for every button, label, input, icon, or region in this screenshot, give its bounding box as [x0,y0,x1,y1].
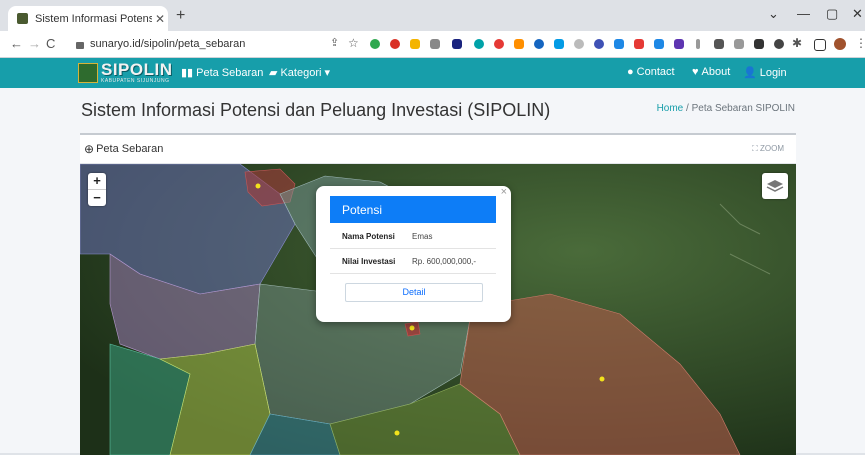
site-navbar: SIPOLIN KABUPATEN SIJUNJUNG ▮▮ Peta Seba… [0,58,865,88]
extension-icon[interactable] [696,39,700,49]
layers-control-button[interactable] [762,173,788,199]
zoom-fullscreen-button[interactable]: ⛶ ZOOM [752,144,784,154]
nav-label: About [701,66,731,78]
map-icon: ▮▮ [181,67,194,79]
breadcrumb-separator: / [686,103,689,114]
bookmark-star-icon[interactable]: ☆ [348,36,359,50]
address-bar-row: ← → C sunaryo.id/sipolin/peta_sebaran ⇪ … [0,31,865,58]
card-header: ⊕ Peta Sebaran ⛶ ZOOM [80,135,796,164]
card-title: Peta Sebaran [96,143,164,155]
extension-icon[interactable] [734,39,744,49]
nav-peta-sebaran[interactable]: ▮▮ Peta Sebaran [181,66,264,80]
layers-icon [766,180,784,192]
site-logo[interactable]: SIPOLIN KABUPATEN SIJUNJUNG [78,60,173,86]
detail-button[interactable]: Detail [345,283,483,302]
marker-dot[interactable] [394,430,400,436]
user-icon: 👤 [743,67,757,79]
profile-avatar[interactable] [834,38,846,50]
window-close-button[interactable]: ✕ [852,6,863,22]
extension-icon[interactable] [474,39,484,49]
extension-icon[interactable] [714,39,724,49]
extensions-puzzle-icon[interactable]: ✱ [792,36,802,50]
tab-title: Sistem Informasi Potensi dan Pe [35,12,152,25]
map-card: ⊕ Peta Sebaran ⛶ ZOOM + − × Potensi Nama… [80,133,796,455]
url-input[interactable]: sunaryo.id/sipolin/peta_sebaran [64,34,324,54]
nav-about[interactable]: ♥ About [692,66,730,78]
page-title: Sistem Informasi Potensi dan Peluang Inv… [81,100,551,120]
breadcrumb-home-link[interactable]: Home [657,103,684,114]
logo-text: SIPOLIN [101,60,173,79]
extension-icon[interactable] [554,39,564,49]
page-body: Sistem Informasi Potensi dan Peluang Inv… [0,88,865,455]
zoom-label: ZOOM [760,144,784,153]
extension-icon[interactable] [634,39,644,49]
extension-icon[interactable] [494,39,504,49]
zoom-out-button[interactable]: − [88,190,106,206]
zoom-in-button[interactable]: + [88,173,106,190]
breadcrumb: Home / Peta Sebaran SIPOLIN [657,103,795,114]
marker-dot[interactable] [599,376,605,382]
popup-row: Nama Potensi Emas [330,224,496,249]
new-tab-button[interactable]: + [176,7,185,25]
browser-tab-bar: Sistem Informasi Potensi dan Pe ✕ + ⌄ — … [0,0,865,31]
forward-icon[interactable]: → [28,36,41,51]
nav-label: Kategori ▾ [280,67,331,79]
lock-icon [76,41,84,49]
marker-dot[interactable] [255,183,261,189]
popup-header: Potensi [330,196,496,223]
extension-icon[interactable] [514,39,524,49]
extension-icon[interactable] [614,39,624,49]
popup-value: Rp. 600,000,000,- [412,256,477,266]
popup-value: Emas [412,231,433,241]
share-icon[interactable]: ⇪ [330,36,339,49]
popup-close-icon[interactable]: × [501,186,507,198]
maximize-button[interactable]: ▢ [826,6,838,22]
extension-icon[interactable] [390,39,400,49]
minimize-button[interactable]: — [797,6,810,21]
popup-key: Nilai Investasi [342,256,396,266]
nav-label: Contact [636,66,675,78]
browser-tab[interactable]: Sistem Informasi Potensi dan Pe ✕ [8,6,168,31]
logo-emblem-icon [78,63,98,83]
extension-icon[interactable] [370,39,380,49]
url-text: sunaryo.id/sipolin/peta_sebaran [90,38,246,50]
reload-icon[interactable]: C [46,36,55,51]
heart-icon: ♥ [692,66,699,78]
marker-dot[interactable] [409,325,415,331]
extension-icon[interactable] [774,39,784,49]
tab-close-icon[interactable]: ✕ [152,12,168,26]
extension-icon[interactable] [574,39,584,49]
extension-icon[interactable] [754,39,764,49]
globe-icon: ⊕ [84,142,95,156]
back-icon[interactable]: ← [10,36,23,51]
nav-contact[interactable]: ● Contact [627,66,675,78]
nav-label: Peta Sebaran [196,66,264,79]
nav-kategori-dropdown[interactable]: ▰ Kategori ▾ [269,66,330,79]
tab-search-icon[interactable]: ⌄ [768,6,779,22]
nav-label: Login [759,66,787,79]
nav-login[interactable]: 👤 Login [743,66,787,80]
folder-icon: ▰ [269,67,278,79]
logo-subtext: KABUPATEN SIJUNJUNG [101,78,170,84]
favicon-icon [17,13,28,24]
zoom-controls: + − [88,173,106,206]
extension-icon[interactable] [410,39,420,49]
popup-row: Nilai Investasi Rp. 600,000,000,- [330,249,496,274]
extension-icon[interactable] [452,39,462,49]
map-canvas[interactable]: + − × Potensi Nama Potensi Emas Nilai In… [80,164,796,455]
info-popup: × Potensi Nama Potensi Emas Nilai Invest… [316,186,511,322]
sidepanel-icon[interactable] [814,39,826,51]
extension-icon[interactable] [654,39,664,49]
popup-key: Nama Potensi [342,231,395,241]
extension-icon[interactable] [430,39,440,49]
extension-icon[interactable] [594,39,604,49]
extension-icon[interactable] [534,39,544,49]
breadcrumb-current: Peta Sebaran SIPOLIN [691,103,795,114]
chat-icon: ● [627,66,634,78]
menu-kebab-icon[interactable]: ⋮ [855,36,865,50]
extension-icon[interactable] [674,39,684,49]
